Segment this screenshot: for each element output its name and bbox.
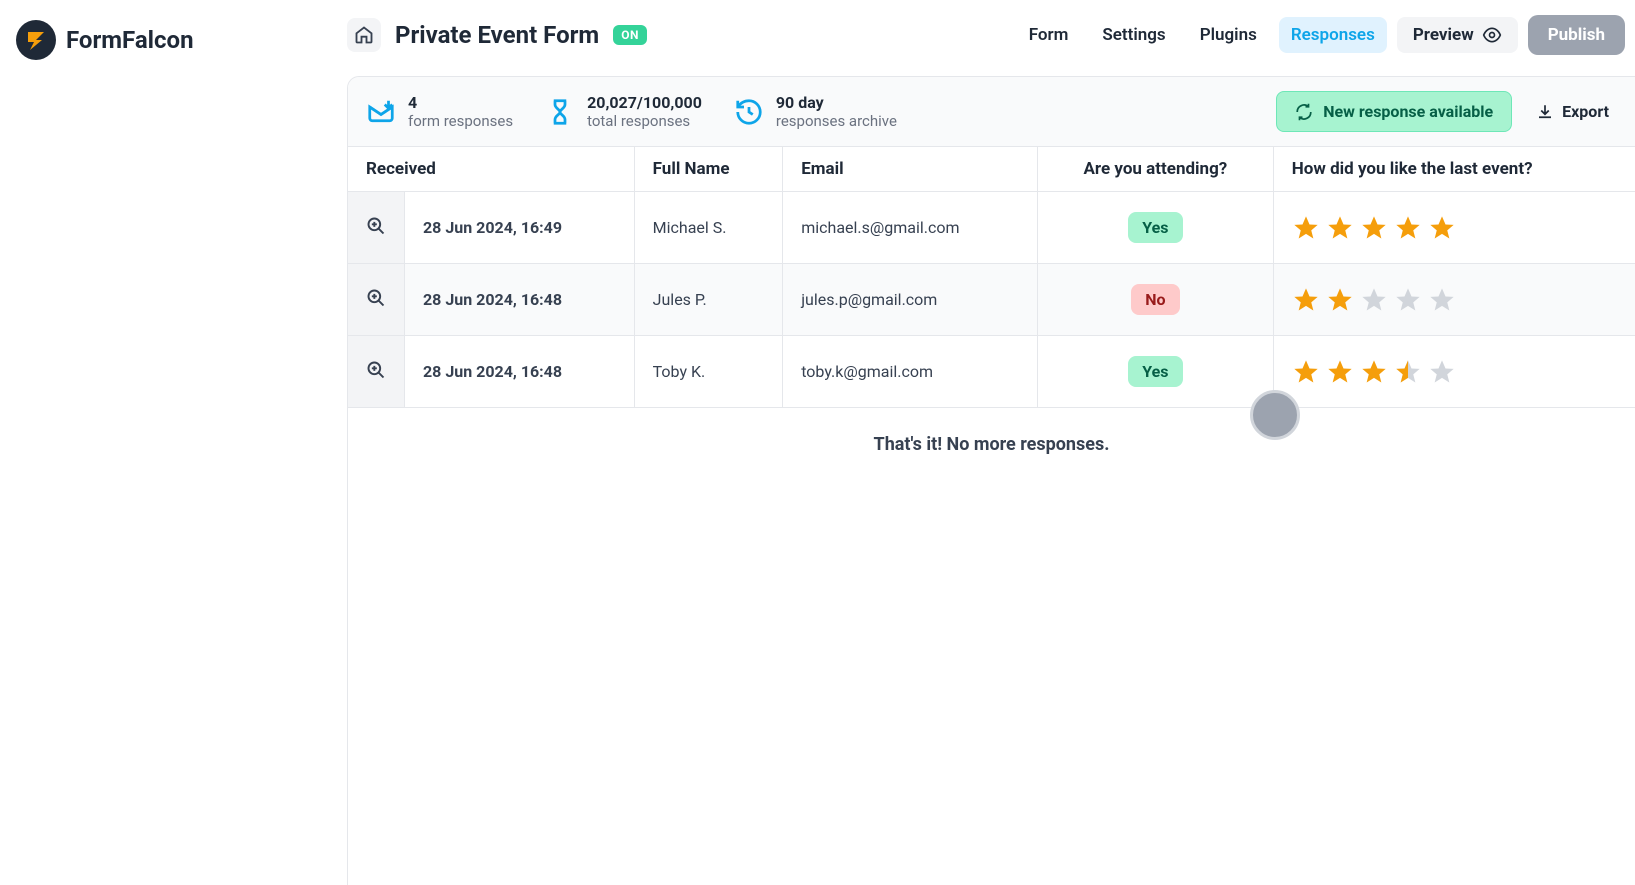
- publish-label: Publish: [1548, 25, 1605, 45]
- hourglass-icon: [545, 97, 575, 127]
- table-row: 28 Jun 2024, 16:48 Jules P. jules.p@gmai…: [348, 264, 1635, 336]
- attending-badge: No: [1131, 284, 1179, 315]
- preview-button[interactable]: Preview: [1397, 17, 1518, 53]
- new-response-button[interactable]: New response available: [1276, 91, 1512, 132]
- form-title: Private Event Form: [395, 21, 599, 49]
- end-of-responses-message: That's it! No more responses.: [348, 408, 1635, 481]
- eye-icon: [1482, 25, 1502, 45]
- cell-received: 28 Jun 2024, 16:48: [405, 264, 635, 336]
- cell-email: jules.p@gmail.com: [783, 264, 1038, 336]
- export-label: Export: [1562, 102, 1609, 121]
- responses-table: Received Full Name Email Are you attendi…: [348, 147, 1635, 408]
- export-button[interactable]: Export: [1528, 96, 1617, 127]
- topbar: Private Event Form ON Form Settings Plug…: [347, 0, 1635, 70]
- nav-plugins[interactable]: Plugins: [1188, 17, 1269, 53]
- logo-mark-icon: [16, 20, 56, 60]
- zoom-icon[interactable]: [366, 216, 386, 236]
- cell-email: michael.s@gmail.com: [783, 192, 1038, 264]
- stat-value: 90 day: [776, 93, 897, 112]
- cell-attending: No: [1037, 264, 1273, 336]
- table-row: 28 Jun 2024, 16:49 Michael S. michael.s@…: [348, 192, 1635, 264]
- cell-email: toby.k@gmail.com: [783, 336, 1038, 408]
- download-icon: [1536, 103, 1554, 121]
- attending-badge: Yes: [1128, 356, 1182, 387]
- home-icon: [354, 25, 374, 45]
- nav-settings[interactable]: Settings: [1090, 17, 1177, 53]
- stat-archive: 90 day responses archive: [734, 93, 897, 130]
- stat-label: form responses: [408, 112, 513, 130]
- th-received[interactable]: Received: [348, 147, 634, 192]
- stat-label: responses archive: [776, 112, 897, 130]
- th-rating[interactable]: How did you like the last event?: [1273, 147, 1635, 192]
- home-button[interactable]: [347, 18, 381, 52]
- cell-full-name: Toby K.: [634, 336, 783, 408]
- star-rating: [1292, 214, 1617, 242]
- stat-value: 4: [408, 93, 513, 112]
- preview-label: Preview: [1413, 25, 1474, 45]
- sidebar: FormFalcon: [0, 0, 347, 885]
- star-rating: [1292, 358, 1617, 386]
- cell-received: 28 Jun 2024, 16:48: [405, 336, 635, 408]
- stats-bar: 4 form responses 20,027/100,000 total re…: [348, 77, 1635, 147]
- cell-full-name: Michael S.: [634, 192, 783, 264]
- cell-attending: Yes: [1037, 336, 1273, 408]
- cell-full-name: Jules P.: [634, 264, 783, 336]
- cell-attending: Yes: [1037, 192, 1273, 264]
- refresh-icon: [1295, 103, 1313, 121]
- nav-form[interactable]: Form: [1017, 17, 1081, 53]
- th-full-name[interactable]: Full Name: [634, 147, 783, 192]
- cell-rating: [1273, 192, 1635, 264]
- publish-button[interactable]: Publish: [1528, 15, 1625, 55]
- logo[interactable]: FormFalcon: [12, 20, 347, 60]
- table-row: 28 Jun 2024, 16:48 Toby K. toby.k@gmail.…: [348, 336, 1635, 408]
- cell-rating: [1273, 336, 1635, 408]
- stat-total-responses: 20,027/100,000 total responses: [545, 93, 702, 130]
- stat-value: 20,027/100,000: [587, 93, 702, 112]
- th-attending[interactable]: Are you attending?: [1037, 147, 1273, 192]
- clock-history-icon: [734, 97, 764, 127]
- th-email[interactable]: Email: [783, 147, 1038, 192]
- brand-name: FormFalcon: [66, 26, 194, 54]
- zoom-icon[interactable]: [366, 288, 386, 308]
- new-response-label: New response available: [1323, 102, 1493, 121]
- cell-received: 28 Jun 2024, 16:49: [405, 192, 635, 264]
- inbox-down-icon: [366, 97, 396, 127]
- stat-label: total responses: [587, 112, 702, 130]
- attending-badge: Yes: [1128, 212, 1182, 243]
- status-badge: ON: [613, 25, 647, 45]
- zoom-icon[interactable]: [366, 360, 386, 380]
- stat-form-responses: 4 form responses: [366, 93, 513, 130]
- cell-rating: [1273, 264, 1635, 336]
- content-panel: 4 form responses 20,027/100,000 total re…: [347, 76, 1635, 885]
- star-rating: [1292, 286, 1617, 314]
- nav-responses[interactable]: Responses: [1279, 17, 1387, 53]
